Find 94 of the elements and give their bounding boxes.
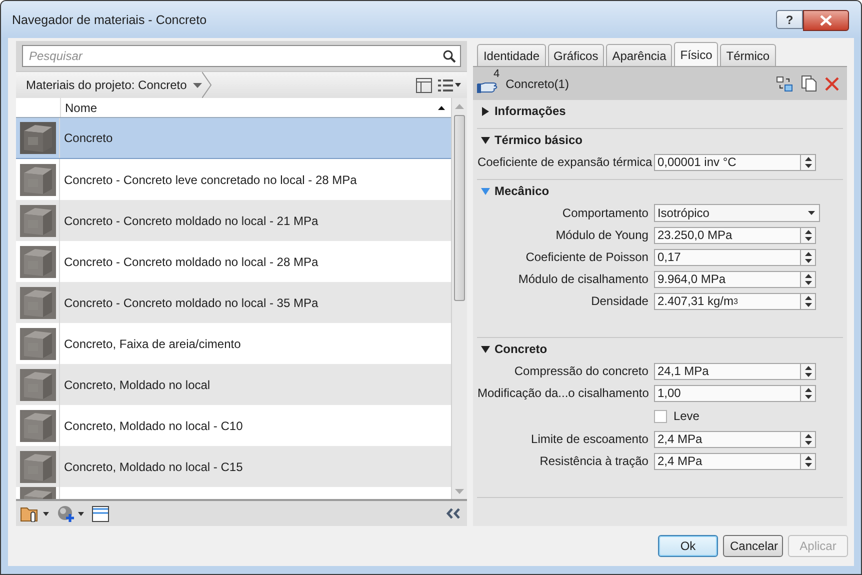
dialog-button[interactable]: Cancelar [723,535,783,557]
dropdown[interactable]: Isotrópico [654,204,820,222]
dialog-button[interactable]: Ok [658,535,718,557]
checkbox-label: Leve [673,409,700,423]
material-name: Concreto - Concreto leve concretado no local - 28 MPa [63,172,357,186]
copy-icon[interactable] [801,75,817,92]
sort-icon [438,106,446,110]
spin-arrows-icon[interactable] [804,252,812,262]
material-name: Concreto, Moldado no local - C15 [63,460,243,474]
tab[interactable]: Térmico [720,44,776,66]
chevron-icon [202,72,212,98]
spin-buttons[interactable] [801,154,816,170]
property-label: Modificação da...o cisalhamento [477,386,650,400]
panel-icon[interactable] [92,506,109,522]
property-label: Coeficiente de expansão térmica [477,155,654,169]
hand-icon [477,82,500,94]
section-header[interactable]: Informações [477,100,570,122]
material-name: Concreto - Concreto moldado no local - 21 MPa [63,214,318,228]
value-field[interactable]: 0,00001 inv °C [654,154,802,170]
tab[interactable]: Aparência [606,44,672,66]
checkbox[interactable] [654,410,668,422]
spin-arrows-icon[interactable] [804,456,812,466]
spin-buttons[interactable] [801,248,816,266]
material-name: Concreto, Faixa de areia/cimento [63,336,241,350]
close-button[interactable] [803,10,849,31]
property-label: Módulo de Young [554,228,650,242]
value-field[interactable]: 23.250,0 MPa [654,226,802,244]
material-row[interactable]: Concreto - Concreto leve concretado no local - 28 MPa [16,159,452,200]
material-row[interactable]: Concreto [16,118,452,159]
property-label: Limite de escoamento [530,432,650,446]
spin-arrows-icon[interactable] [804,366,812,376]
material-name: Concreto - Concreto moldado no local - 28 MPa [63,254,318,268]
spin-arrows-icon[interactable] [804,434,812,444]
spin-arrows-icon[interactable] [804,156,812,168]
value-field[interactable]: 0,17 [654,248,802,266]
spin-buttons[interactable] [801,292,816,310]
material-row[interactable]: Concreto - Concreto moldado no local - 21 MPa [16,200,452,241]
material-title: Concreto(1) [506,76,569,90]
layout-icon[interactable] [416,78,432,92]
list-view-icon[interactable] [438,78,462,92]
library-menu-icon[interactable] [20,506,49,522]
help-button[interactable]: ? [776,10,803,29]
property-label: Módulo de cisalhamento [517,272,650,286]
material-row[interactable]: Concreto - Concreto moldado no local - 28 MPa [16,241,452,282]
search-field[interactable]: Pesquisar [22,45,462,67]
material-row[interactable]: Concreto, Moldado no local [16,364,452,405]
triangle-icon[interactable] [481,106,490,116]
section-header[interactable]: Mecânico [477,180,554,202]
delete-icon[interactable] [825,76,839,90]
property-label: Coeficiente de Poisson [524,250,650,264]
search-icon[interactable] [443,50,456,62]
value-field[interactable]: 1,00 [654,384,802,402]
material-name: Concreto [63,131,113,145]
value-field[interactable]: 2,4 MPa [654,452,802,470]
value-field[interactable]: 2,4 MPa [654,430,802,448]
spin-buttons[interactable] [801,452,816,470]
spin-arrows-icon[interactable] [804,230,812,240]
material-row[interactable]: Concreto, Moldado no local - C15 [16,446,452,487]
material-name: Concreto - Concreto moldado no local - 35 MPa [63,296,318,310]
section-header[interactable]: Térmico básico [477,129,586,151]
spin-buttons[interactable] [801,226,816,244]
spin-buttons[interactable] [801,430,816,448]
property-label: Compressão do concreto [513,364,650,378]
material-row[interactable]: Concreto, Moldado no local - C10 [16,405,452,446]
value-field[interactable]: 2.407,31 kg/m$^{3}$ [654,292,802,310]
property-label: Resistência à tração [538,454,650,468]
value-field[interactable]: 9.964,0 MPa [654,270,802,288]
tab[interactable]: Gráficos [548,44,604,66]
spin-arrows-icon[interactable] [804,296,812,306]
spin-arrows-icon[interactable] [804,274,812,284]
column-header[interactable]: Nome [65,100,438,114]
material-row[interactable]: Concreto - Concreto moldado no local - 35 MPa [16,282,452,323]
swap-icon[interactable] [776,76,793,92]
caret-icon[interactable] [808,211,816,215]
property-label: Densidade [590,294,650,308]
spin-arrows-icon[interactable] [804,388,812,398]
count-label: 4 [493,68,500,80]
window-title: Navegador de materiais - Concreto [12,12,208,26]
material-row[interactable]: Concreto, Faixa de areia/cimento [16,323,452,364]
triangle-icon[interactable] [481,136,490,144]
spin-buttons[interactable] [801,362,816,380]
tab[interactable]: Identidade [477,44,546,66]
spin-buttons[interactable] [801,384,816,402]
add-material-icon[interactable] [57,504,84,522]
material-name: Concreto, Moldado no local [63,378,210,392]
property-label: Comportamento [561,206,650,220]
spin-buttons[interactable] [801,270,816,288]
value-field[interactable]: 24,1 MPa [654,362,802,380]
triangle-icon[interactable] [481,344,490,354]
section-header[interactable]: Concreto [477,338,552,360]
material-name: Concreto, Moldado no local - C10 [63,418,243,432]
tab[interactable]: Físico [674,42,718,66]
close-icon[interactable] [820,15,832,26]
collapse-icon[interactable] [446,508,462,519]
